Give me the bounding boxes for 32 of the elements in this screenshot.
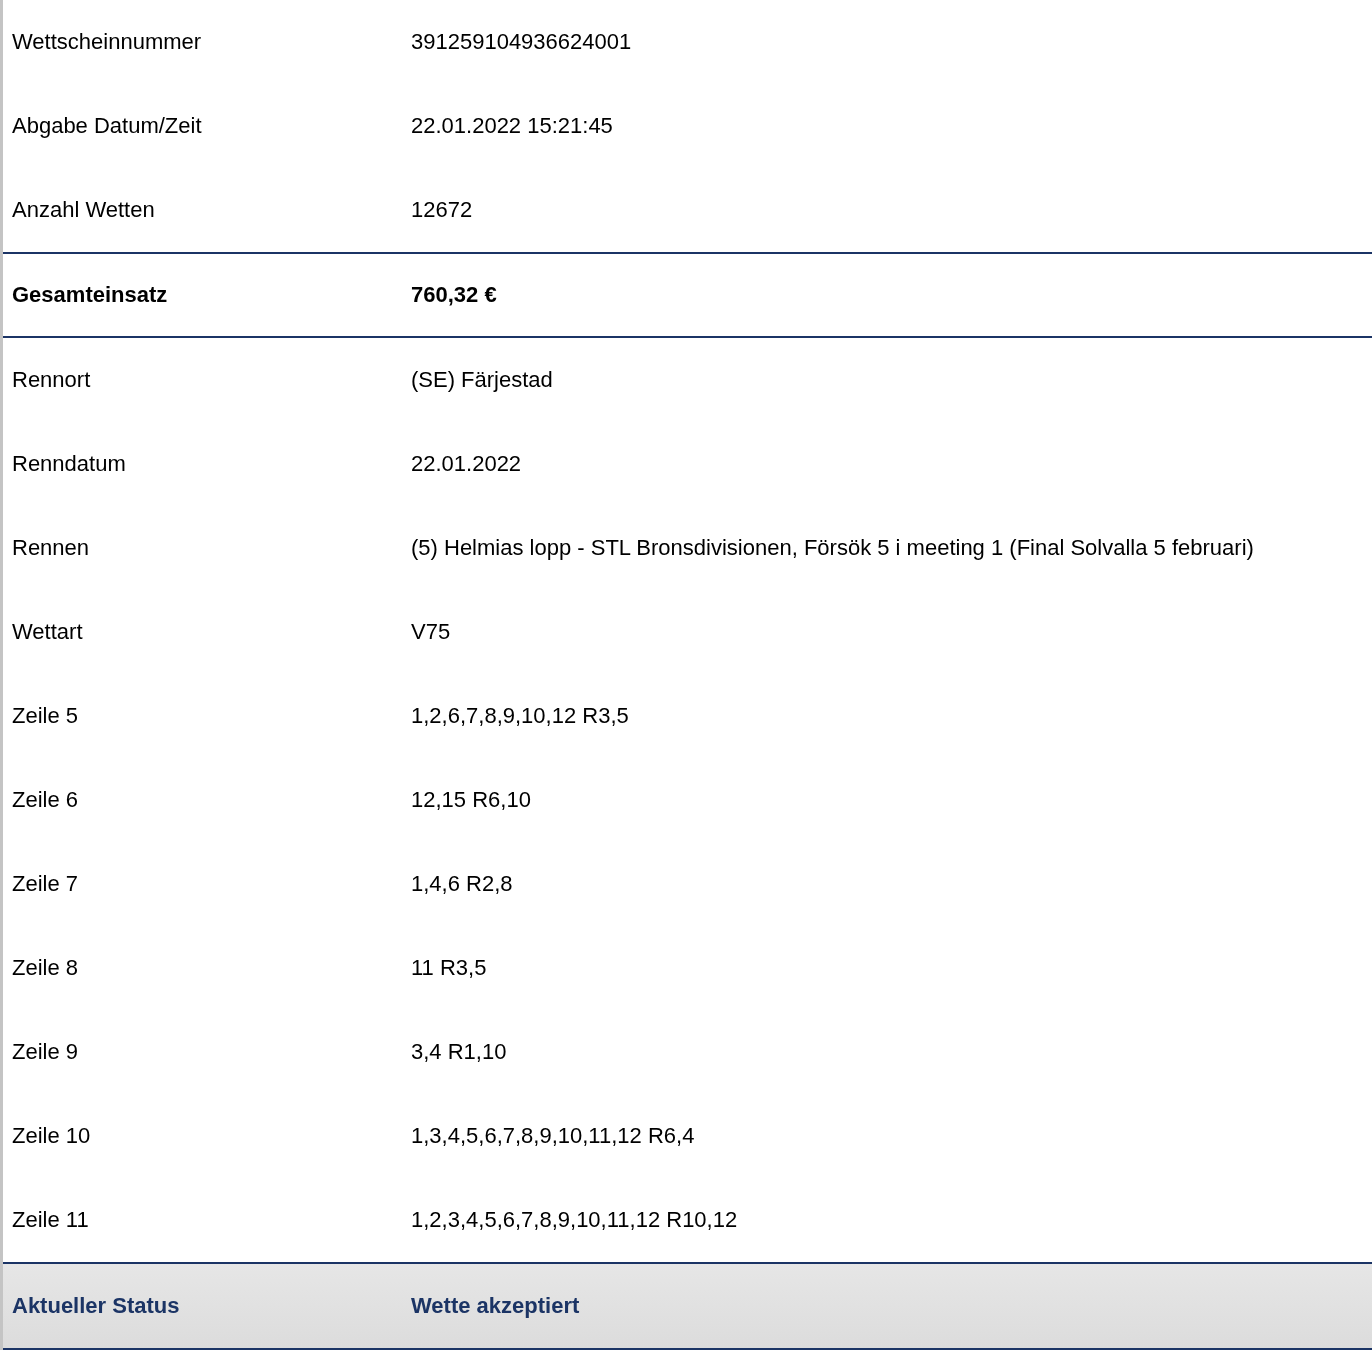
row-value: V75 bbox=[411, 619, 452, 645]
row-label: Zeile 8 bbox=[12, 955, 80, 981]
row-label: Zeile 6 bbox=[12, 787, 80, 813]
row-value: 3,4 R1,10 bbox=[411, 1039, 508, 1065]
row-label: Wettscheinnummer bbox=[12, 29, 203, 55]
row-value: 1,3,4,5,6,7,8,9,10,11,12 R6,4 bbox=[411, 1123, 696, 1149]
row-label: Zeile 10 bbox=[12, 1123, 92, 1149]
row-value: 391259104936624001 bbox=[411, 29, 633, 55]
row-value: 22.01.2022 15:21:45 bbox=[411, 113, 614, 139]
row-value: 1,4,6 R2,8 bbox=[411, 871, 514, 897]
row-value: (5) Helmias lopp - STL Bronsdivisionen, Försök 5 i meeting 1 (Final Solvalla 5 februari) bbox=[411, 535, 1255, 561]
row-value: 1,2,3,4,5,6,7,8,9,10,11,12 R10,12 bbox=[411, 1207, 739, 1233]
row-value: 760,32 € bbox=[411, 282, 498, 308]
row-label: Zeile 5 bbox=[12, 703, 80, 729]
row-label: Anzahl Wetten bbox=[12, 197, 156, 223]
row-label: Zeile 9 bbox=[12, 1039, 80, 1065]
row-value: 1,2,6,7,8,9,10,12 R3,5 bbox=[411, 703, 630, 729]
row-value: 12,15 R6,10 bbox=[411, 787, 532, 813]
row-label: Zeile 11 bbox=[12, 1207, 90, 1233]
row-label: Wettart bbox=[12, 619, 84, 645]
row-label: Rennen bbox=[12, 535, 91, 561]
row-value: 12672 bbox=[411, 197, 474, 223]
row-value: Wette akzeptiert bbox=[411, 1293, 581, 1319]
row-value: (SE) Färjestad bbox=[411, 367, 554, 393]
row-label: Gesamteinsatz bbox=[12, 282, 169, 308]
row-label: Renndatum bbox=[12, 451, 127, 477]
row-label: Aktueller Status bbox=[12, 1293, 181, 1319]
row-value: 22.01.2022 bbox=[411, 451, 523, 477]
row-value: 11 R3,5 bbox=[411, 955, 488, 981]
row-label: Zeile 7 bbox=[12, 871, 80, 897]
row-label: Abgabe Datum/Zeit bbox=[12, 113, 203, 139]
row-label: Rennort bbox=[12, 367, 92, 393]
